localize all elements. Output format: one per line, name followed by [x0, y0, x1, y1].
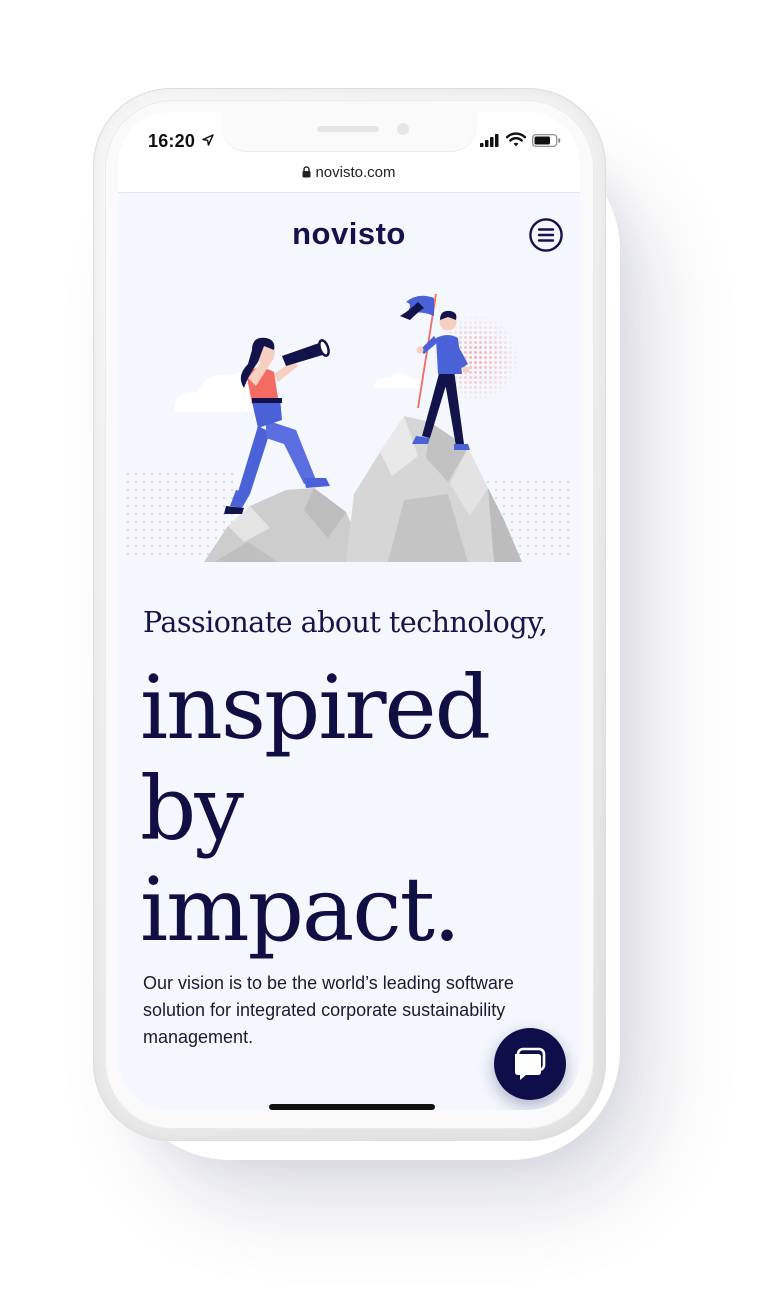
hero-illustration	[118, 280, 580, 570]
headline-line-3: impact.	[140, 858, 461, 961]
home-indicator	[269, 1104, 435, 1110]
location-arrow-icon	[202, 133, 214, 151]
phone-notch	[221, 112, 477, 152]
headline-line-2: by	[140, 757, 244, 860]
phone-screen: 16:20 novisto.com novisto Passionate abo…	[118, 112, 580, 1110]
hamburger-menu-icon[interactable]	[529, 218, 563, 252]
device-mockup: 16:20 novisto.com novisto Passionate abo…	[0, 0, 768, 1305]
headline-line-1: inspired	[140, 656, 491, 759]
brand-logo[interactable]: novisto	[118, 216, 580, 252]
battery-icon	[532, 134, 562, 152]
chat-bubble-icon	[512, 1046, 548, 1087]
cellular-signal-icon	[480, 134, 500, 152]
url-text: novisto.com	[315, 164, 396, 181]
hero-headline: inspired by impact.	[140, 656, 491, 961]
address-bar[interactable]: novisto.com	[118, 164, 580, 182]
chat-button[interactable]	[494, 1028, 566, 1100]
front-camera	[397, 123, 409, 135]
wifi-icon	[505, 132, 527, 152]
status-time: 16:20	[148, 131, 196, 151]
lock-icon	[302, 165, 311, 182]
vision-statement: Our vision is to be the world’s leading …	[143, 973, 514, 1047]
status-bar: 16:20 novisto.com	[118, 112, 580, 193]
speaker-grille	[317, 126, 379, 132]
hero-subheading: Passionate about technology,	[143, 606, 548, 639]
